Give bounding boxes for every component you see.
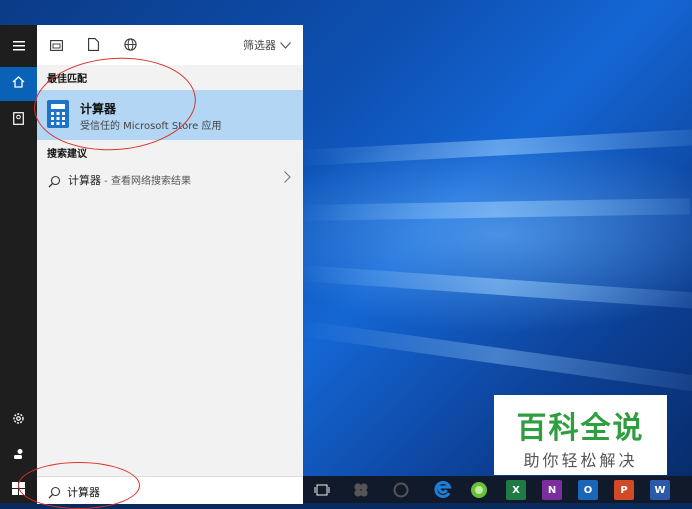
scope-web-button[interactable] [122,37,138,53]
home-button[interactable] [0,67,37,101]
filter-dropdown[interactable]: 筛选器 [243,37,291,53]
scope-apps-button[interactable] [48,37,64,53]
excel-icon[interactable]: X [506,480,526,500]
edge-legacy-icon[interactable] [391,480,411,500]
search-icon [48,173,61,192]
user-button[interactable] [0,439,37,473]
settings-button[interactable] [0,403,37,437]
document-icon [87,36,99,55]
documents-button[interactable] [0,103,37,137]
web-suggestion-item[interactable]: 计算器 - 查看网络搜索结果 [37,167,303,193]
wallpaper-beam [299,265,692,309]
start-left-rail [0,25,37,503]
wallpaper-beam [299,129,692,166]
filter-label: 筛选器 [243,39,276,52]
annotation-circle [18,462,140,509]
suggestion-text: 计算器 - 查看网络搜索结果 [68,172,191,188]
suggestion-hint: - 查看网络搜索结果 [101,176,191,187]
watermark-title: 百科全说 [516,411,645,446]
globe-icon [123,36,137,55]
edge-icon[interactable] [433,480,453,500]
task-view-icon[interactable] [312,480,332,500]
taskbar: X N O P W [303,476,692,503]
scope-documents-button[interactable] [85,37,101,53]
watermark-logo: 百科全说 助你轻松解决 [494,395,667,475]
outlook-icon[interactable]: O [578,480,598,500]
search-scope-toolbar: 筛选器 [37,25,303,65]
app-icon[interactable] [351,480,371,500]
app-window-icon [49,36,63,55]
chevron-right-icon [284,171,291,187]
powerpoint-icon[interactable]: P [614,480,634,500]
word-icon[interactable]: W [650,480,670,500]
wallpaper-beam [299,198,691,221]
suggestion-term: 计算器 [68,174,101,187]
browser-icon[interactable] [469,480,489,500]
onenote-icon[interactable]: N [542,480,562,500]
watermark-subtitle: 助你轻松解决 [523,451,638,470]
menu-button[interactable] [0,30,37,64]
gear-icon [12,412,25,429]
wallpaper-beam [298,320,692,392]
user-icon [13,448,25,464]
chevron-down-icon [280,39,291,52]
home-icon [12,76,25,92]
contact-card-icon [13,111,24,129]
hamburger-icon [12,39,25,55]
